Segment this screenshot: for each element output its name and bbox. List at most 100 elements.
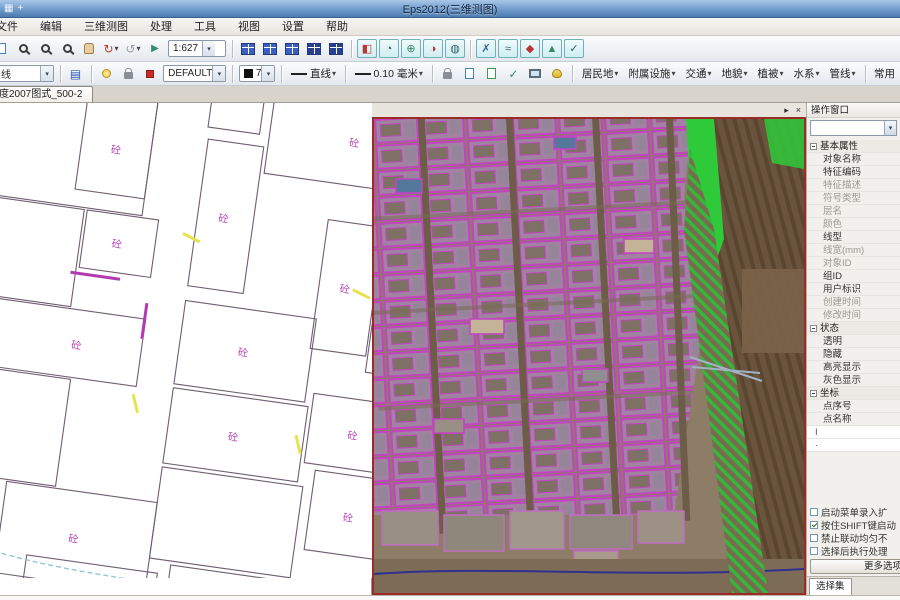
edit-toggle-3-button[interactable]: ◆ <box>520 39 540 58</box>
property-row[interactable]: 对象名称 <box>807 153 900 166</box>
operation-panel-title: 操作窗口 <box>807 103 900 118</box>
line-width-dropdown[interactable]: 0.10 毫米 ▾ <box>350 64 428 84</box>
view-toggle-3-button[interactable]: ⊕ <box>401 39 421 58</box>
menu-3d-mapping[interactable]: 三维测图 <box>73 18 139 36</box>
view-toggle-1-button[interactable]: ◧ <box>357 39 377 58</box>
checkbox[interactable] <box>810 534 818 542</box>
property-row[interactable]: 线型 <box>807 231 900 244</box>
property-row[interactable]: 线宽(mm) <box>807 244 900 257</box>
layer-lock-button[interactable] <box>118 64 138 84</box>
view-toggle-4-button[interactable]: ◑ <box>423 39 443 58</box>
category-residential[interactable]: 居民地▾ <box>577 64 624 84</box>
view-3d-viewport[interactable] <box>372 117 806 595</box>
lock-object-button[interactable] <box>437 64 457 84</box>
rotate-view-button[interactable]: ↻▾ <box>101 39 121 59</box>
pen-width-combobox[interactable]: 7 ▾ <box>239 65 276 82</box>
menu-settings[interactable]: 设置 <box>271 18 315 36</box>
document-tab[interactable]: 度2007图式_500-2 <box>0 86 93 102</box>
option-checkbox-row[interactable]: 选择后执行处理 <box>807 544 900 557</box>
validate-button[interactable]: ✓ <box>503 64 523 84</box>
layer-combobox[interactable]: 线 ▾ <box>0 65 54 82</box>
property-row[interactable]: 灰色显示 <box>807 374 900 387</box>
property-row[interactable]: 用户标识 <box>807 283 900 296</box>
menu-process[interactable]: 处理 <box>139 18 183 36</box>
edit-toggle-5-button[interactable]: ✓ <box>564 39 584 58</box>
edit-doc-button[interactable] <box>481 64 501 84</box>
cascade-windows-button[interactable] <box>282 39 302 59</box>
tile-vertical-button[interactable] <box>260 39 280 59</box>
layer-visible-button[interactable] <box>96 64 116 84</box>
category-landform[interactable]: 地貌▾ <box>716 64 752 84</box>
color-combobox[interactable]: DEFAULT ▾ <box>163 65 226 82</box>
property-row[interactable]: 特征描述 <box>807 179 900 192</box>
clipped-button[interactable] <box>0 39 11 59</box>
option-checkbox-row[interactable]: 禁止联动均匀不 <box>807 531 900 544</box>
tile-horizontal-button[interactable] <box>238 39 258 59</box>
database-button[interactable] <box>547 64 567 84</box>
property-row[interactable]: 隐藏 <box>807 348 900 361</box>
selection-set-tab[interactable]: 选择集 <box>809 578 852 595</box>
property-row[interactable]: 点序号 <box>807 400 900 413</box>
view-toggle-2-button[interactable]: ◔ <box>379 39 399 58</box>
menu-tools[interactable]: 工具 <box>183 18 227 36</box>
edit-toggle-2-button[interactable]: ≈ <box>498 39 518 58</box>
property-row[interactable]: 创建时间 <box>807 296 900 309</box>
option-checkbox-row[interactable]: 按住SHIFT键启动 <box>807 518 900 531</box>
menu-edit[interactable]: 编辑 <box>29 18 73 36</box>
category-vegetation[interactable]: 植被▾ <box>752 64 788 84</box>
property-row[interactable]: 颜色 <box>807 218 900 231</box>
menu-view[interactable]: 视图 <box>227 18 271 36</box>
object-select-combobox[interactable]: ▾ <box>810 120 897 136</box>
checkbox[interactable] <box>810 547 818 555</box>
scale-combobox[interactable]: 1:627 ▾ <box>168 40 226 57</box>
checkbox[interactable] <box>810 521 818 529</box>
layer-color-button[interactable] <box>140 64 160 84</box>
category-water[interactable]: 水系▾ <box>789 64 825 84</box>
panel-collapse-button[interactable]: ▸ <box>782 104 791 116</box>
new-doc-button[interactable] <box>459 64 479 84</box>
property-value-row[interactable]: I <box>807 426 900 439</box>
collapse-box-icon[interactable] <box>810 390 817 397</box>
property-value-row[interactable]: · <box>807 439 900 452</box>
rotate-back-button[interactable]: ↺▾ <box>123 39 143 59</box>
fly-through-button[interactable]: ▶ <box>145 39 165 59</box>
link-views-button[interactable] <box>326 39 346 59</box>
display-button[interactable] <box>525 64 545 84</box>
toolbar-separator <box>470 40 471 58</box>
layer-manager-button[interactable]: ▤ <box>66 64 86 84</box>
property-group-status[interactable]: 状态 <box>807 322 900 335</box>
checkbox[interactable] <box>810 508 818 516</box>
property-row[interactable]: 符号类型 <box>807 192 900 205</box>
property-group-coords[interactable]: 坐标 <box>807 387 900 400</box>
single-window-button[interactable] <box>304 39 324 59</box>
property-group-basic[interactable]: 基本属性 <box>807 140 900 153</box>
category-facilities[interactable]: 附属设施▾ <box>623 64 680 84</box>
category-traffic[interactable]: 交通▾ <box>680 64 716 84</box>
pan-button[interactable] <box>79 39 99 59</box>
panel-close-button[interactable]: × <box>794 104 803 116</box>
property-row[interactable]: 修改时间 <box>807 309 900 322</box>
property-row[interactable]: 点名称 <box>807 413 900 426</box>
more-options-button[interactable]: 更多选项 <box>810 559 900 574</box>
category-pipeline[interactable]: 管线▾ <box>825 64 861 84</box>
property-row[interactable]: 高亮显示 <box>807 361 900 374</box>
zoom-window-button[interactable] <box>57 39 77 59</box>
property-row[interactable]: 透明 <box>807 335 900 348</box>
property-row[interactable]: 对象ID <box>807 257 900 270</box>
zoom-out-button[interactable] <box>35 39 55 59</box>
menu-help[interactable]: 帮助 <box>315 18 359 36</box>
collapse-box-icon[interactable] <box>810 325 817 332</box>
zoom-in-button[interactable] <box>13 39 33 59</box>
property-row[interactable]: 组ID <box>807 270 900 283</box>
option-checkbox-row[interactable]: 启动菜单录入扩 <box>807 505 900 518</box>
edit-toggle-1-button[interactable]: ✗ <box>476 39 496 58</box>
category-common[interactable]: 常用 <box>869 64 900 84</box>
edit-toggle-4-button[interactable]: ▲ <box>542 39 562 58</box>
collapse-box-icon[interactable] <box>810 143 817 150</box>
line-style-dropdown[interactable]: 直线 ▾ <box>286 64 341 84</box>
menu-file[interactable]: 文件 <box>0 18 29 36</box>
map-2d-view[interactable]: 砼 砼 砼 砼 砼 砼 砼 砼 砼 砼 砼 砼 砼 砼 <box>0 103 372 595</box>
view-toggle-5-button[interactable]: ◍ <box>445 39 465 58</box>
property-row[interactable]: 层名 <box>807 205 900 218</box>
property-row[interactable]: 特征编码 <box>807 166 900 179</box>
